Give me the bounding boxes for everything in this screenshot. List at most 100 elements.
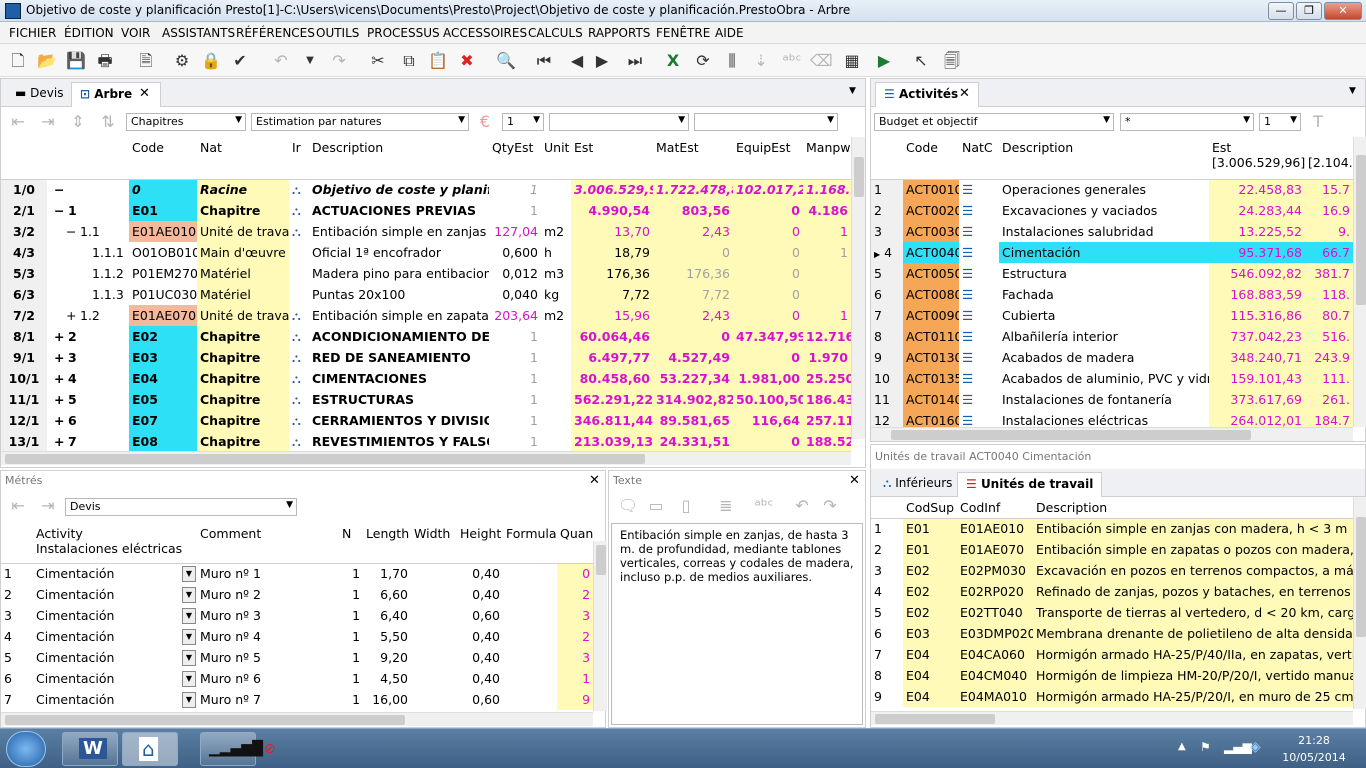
unit-cell[interactable] (541, 326, 571, 347)
codsup-cell[interactable]: E01 (903, 518, 957, 539)
unit-cell[interactable]: kg (541, 284, 571, 305)
col-codsup[interactable]: CodSup (903, 497, 957, 518)
ir-cell[interactable] (289, 242, 309, 263)
tree-node[interactable]: 1.1.2 (47, 263, 129, 284)
open-folder-icon[interactable]: 📂 (36, 50, 58, 72)
activity-description[interactable]: Operaciones generales (999, 179, 1209, 200)
text-tool-2-icon[interactable]: ▯ (675, 495, 697, 517)
unit-cell[interactable] (541, 347, 571, 368)
ir-cell[interactable]: ⛬ (289, 347, 309, 368)
text-redo-icon[interactable]: ↷ (819, 495, 841, 517)
table-row[interactable]: 5 E02 E02TT040 Transporte de tierras al ver… (871, 602, 1353, 623)
close-arbre-tab-icon[interactable]: ✕ (139, 86, 150, 101)
metres-tool-2-icon[interactable]: ⇥ (37, 495, 59, 517)
matest-cell[interactable]: 7,72 (653, 284, 733, 305)
activity-code[interactable]: ACT0090 (903, 305, 959, 326)
codsup-cell[interactable]: E02 (903, 581, 957, 602)
est-cell[interactable]: 213.039,13 (571, 431, 653, 452)
comment-cell[interactable]: Muro nº 2 (197, 584, 339, 605)
row-number[interactable]: 12/1 (1, 410, 47, 431)
col-height[interactable]: Height (457, 523, 504, 563)
equipest-cell[interactable]: 102.017,21 (733, 179, 803, 200)
equipest-cell[interactable]: 0 (733, 263, 803, 284)
save-icon[interactable]: 💾 (65, 50, 87, 72)
ir-cell[interactable]: ⛬ (289, 431, 309, 452)
unit-description-cell[interactable]: Entibación simple en zapatas o pozos con… (1033, 539, 1353, 560)
menu-voir[interactable]: VOIR (121, 26, 150, 40)
manpw-cell[interactable]: 4.186 (803, 200, 851, 221)
equipest-cell[interactable]: 1.981,00 (733, 368, 803, 389)
length-cell[interactable]: 9,20 (363, 647, 411, 668)
activity-level-select[interactable]: 1 ▼ (1259, 113, 1301, 131)
description-cell[interactable]: CIMENTACIONES (309, 368, 489, 389)
table-row[interactable]: 4 E02 E02RP020 Refinado de zanjas, pozos y … (871, 581, 1353, 602)
units-hscroll[interactable] (871, 711, 1353, 725)
tree-node[interactable]: −1 (47, 200, 129, 221)
tree-node[interactable]: −1.1 (47, 221, 129, 242)
menu-aide[interactable]: AIDE (715, 26, 744, 40)
manpw-cell[interactable] (803, 263, 851, 284)
currency-icon[interactable]: € (474, 111, 496, 133)
text-format-icon[interactable]: ≣ (715, 495, 737, 517)
activities-menu-icon[interactable]: ▼ (1349, 86, 1356, 96)
table-row[interactable]: 1 ACT0010 ☰ Operaciones generales 22.458,83 1… (871, 179, 1353, 200)
est-cell[interactable]: 15,96 (571, 305, 653, 326)
code-cell[interactable]: O01OB010 (129, 242, 197, 263)
new-file-icon[interactable]: 🗋 (7, 50, 29, 72)
activity-est[interactable]: 13.225,52 (1209, 221, 1305, 242)
activity-cell[interactable]: Cimentación (33, 563, 179, 584)
qty-cell[interactable]: 1 (489, 200, 541, 221)
qty-cell[interactable]: 1 (489, 326, 541, 347)
network-off-icon[interactable]: ⊘ (264, 741, 276, 757)
activities-vscroll[interactable] (1353, 137, 1366, 427)
undo-icon[interactable]: ↶ (270, 50, 292, 72)
table-row[interactable]: 5/3 1.1.2 P01EM270 Matériel Madera pino para… (1, 263, 851, 284)
equipest-cell[interactable]: 0 (733, 347, 803, 368)
col-equipest[interactable]: EquipEst (733, 137, 803, 179)
codinf-cell[interactable]: E03DMP020 (957, 623, 1033, 644)
matest-cell[interactable]: 176,36 (653, 263, 733, 284)
matest-cell[interactable]: 0 (653, 242, 733, 263)
codinf-cell[interactable]: E04MA010 (957, 686, 1033, 707)
activity-code[interactable]: ACT0030 (903, 221, 959, 242)
activity-est[interactable]: 168.883,59 (1209, 284, 1305, 305)
width-cell[interactable] (411, 605, 457, 626)
dropbox-icon[interactable]: ◈ (1250, 739, 1261, 755)
comment-cell[interactable]: Muro nº 7 (197, 689, 339, 710)
menu-outils[interactable]: OUTILS (316, 26, 359, 40)
height-cell[interactable]: 0,40 (457, 647, 503, 668)
filter-icon[interactable]: T (1307, 111, 1329, 133)
table-row[interactable]: 9 ACT0130 ☰ Acabados de madera 348.240,71 243… (871, 347, 1353, 368)
equipest-cell[interactable]: 47.347,99 (733, 326, 803, 347)
est-cell[interactable]: 176,36 (571, 263, 653, 284)
formula-cell[interactable] (503, 563, 557, 584)
table-row[interactable]: 11 ACT0140 ☰ Instalaciones de fontanería 373… (871, 389, 1353, 410)
col-unit[interactable]: Unit (541, 137, 571, 179)
n-cell[interactable]: 1 (339, 605, 363, 626)
col-nat[interactable]: Nat (197, 137, 289, 179)
activity-dropdown-icon[interactable]: ▼ (179, 647, 197, 668)
codinf-cell[interactable]: E02PM030 (957, 560, 1033, 581)
table-row[interactable]: 2 ACT0020 ☰ Excavaciones y vaciados 24.283,4… (871, 200, 1353, 221)
table-row[interactable]: 7 ACT0090 ☰ Cubierta 115.316,86 80.7 (871, 305, 1353, 326)
unit-description-cell[interactable]: Membrana drenante de polietileno de alta… (1033, 623, 1353, 644)
matest-cell[interactable]: 4.527,49 (653, 347, 733, 368)
col-act-description[interactable]: Description (999, 137, 1209, 179)
table-row[interactable]: 2/1−1 E01 Chapitre ⛬ ACTUACIONES PREVIAS 1 4.9… (1, 200, 851, 221)
last-record-icon[interactable]: ⏭ (624, 50, 646, 72)
tree-node[interactable]: +4 (47, 368, 129, 389)
tab-devis[interactable]: ▬ Devis (7, 82, 71, 107)
ir-cell[interactable]: ⛬ (289, 305, 309, 326)
est-cell[interactable]: 3.006.529,96 (571, 179, 653, 200)
sort-icon[interactable]: ⇅ (97, 111, 119, 133)
width-cell[interactable] (411, 626, 457, 647)
qty-cell[interactable]: 1 (489, 368, 541, 389)
matest-cell[interactable]: 2,43 (653, 221, 733, 242)
search-icon[interactable]: 🔍 (495, 50, 517, 72)
nat-cell[interactable]: Chapitre (197, 389, 289, 410)
table-row[interactable]: 1 Cimentación ▼ Muro nº 1 1 1,70 0,40 0 (1, 563, 594, 584)
row-number[interactable]: 10/1 (1, 368, 47, 389)
col-activity[interactable]: Activity Instalaciones eléctricas (33, 523, 198, 563)
col-unit-description[interactable]: Description (1033, 497, 1353, 518)
codinf-cell[interactable]: E04CA060 (957, 644, 1033, 665)
